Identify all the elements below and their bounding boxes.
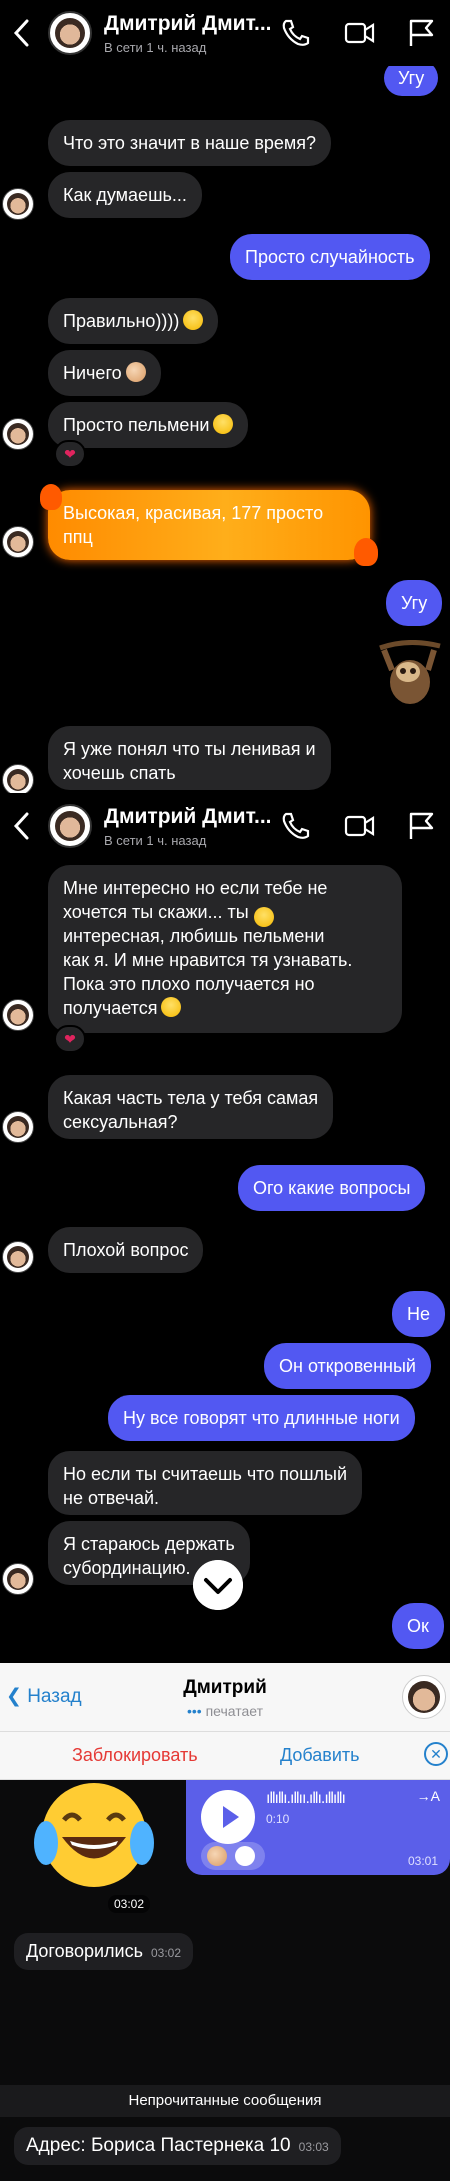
message-text: ппц: [63, 527, 93, 547]
upside-down-face-emoji-icon: [254, 907, 274, 927]
contact-status: В сети 1 ч. назад: [104, 40, 207, 55]
reactor-avatar: [235, 1846, 256, 1866]
block-button[interactable]: Заблокировать: [72, 1745, 198, 1766]
unread-messages-divider: Непрочитанные сообщения: [0, 2085, 450, 2117]
close-icon[interactable]: ✕: [424, 1742, 448, 1766]
message-time: 03:02: [150, 1946, 181, 1960]
sender-avatar[interactable]: [2, 526, 34, 558]
play-icon[interactable]: [201, 1790, 255, 1844]
message-bubble-incoming[interactable]: Ничего: [48, 350, 161, 396]
sender-avatar[interactable]: [2, 188, 34, 220]
sender-avatar[interactable]: [2, 418, 34, 450]
message-bubble-outgoing[interactable]: Он откровенный: [264, 1343, 431, 1389]
reaction-chip[interactable]: [201, 1842, 265, 1870]
message-text: Правильно)))): [63, 311, 180, 331]
heart-reaction-icon[interactable]: ❤: [54, 440, 86, 468]
scroll-down-chevron-icon[interactable]: [193, 1560, 243, 1610]
fire-effect-message-bubble[interactable]: Высокая, красивая, 177 просто ппц: [40, 484, 378, 566]
message-text: хочется ты скажи... ты: [63, 902, 249, 922]
message-bubble-incoming[interactable]: Адрес: Бориса Пастернека 10 03:03: [14, 2127, 341, 2165]
back-chevron-icon[interactable]: [10, 811, 34, 841]
video-call-icon[interactable]: [344, 811, 376, 841]
message-text: Но если ты считаешь что пошлый: [63, 1464, 348, 1484]
tears-of-joy-sticker[interactable]: [24, 1765, 164, 1905]
contact-avatar[interactable]: [402, 1675, 446, 1719]
message-text: Просто пельмени: [63, 415, 210, 435]
message-text: хочешь спать: [63, 763, 176, 783]
chat-header: Дмитрий Дмит... В сети 1 ч. назад: [0, 793, 450, 859]
victory-hand-emoji-icon: [207, 1846, 227, 1866]
message-text: Я стараюсь держать: [63, 1534, 235, 1554]
sloth-sticker[interactable]: [378, 640, 442, 710]
message-text: сексуальная?: [63, 1112, 178, 1132]
sender-avatar[interactable]: [2, 764, 34, 793]
message-text: Пока это плохо получается но: [63, 974, 315, 994]
contact-name[interactable]: Дмитрий Дмит...: [104, 805, 272, 829]
sender-avatar[interactable]: [2, 999, 34, 1031]
flag-icon[interactable]: [406, 811, 438, 841]
message-text: получается: [63, 996, 387, 1020]
message-text: Договорились: [26, 1941, 143, 1961]
message-text: Адрес: Бориса Пастернека 10: [26, 2135, 291, 2156]
message-bubble-outgoing[interactable]: Не: [392, 1291, 446, 1337]
message-bubble-outgoing[interactable]: Угу: [386, 580, 443, 626]
message-text: Я уже понял что ты ленивая и: [63, 739, 316, 759]
contact-name[interactable]: Дмитрий: [0, 1677, 450, 1699]
message-bubble-incoming[interactable]: Мне интересно но если тебе не хочется ты…: [48, 865, 402, 1033]
message-bubble-incoming[interactable]: Но если ты считаешь что пошлый не отвеча…: [48, 1451, 363, 1515]
chat-screenshot-1: Дмитрий Дмит... В сети 1 ч. назад Угу Чт…: [0, 0, 450, 793]
message-bubble-outgoing[interactable]: Ок: [392, 1603, 444, 1649]
message-text: не отвечай.: [63, 1488, 160, 1508]
message-text: интересная, любишь пельмени: [63, 926, 325, 946]
back-chevron-icon[interactable]: [10, 18, 34, 48]
sender-avatar[interactable]: [2, 1563, 34, 1595]
message-bubble-incoming[interactable]: Плохой вопрос: [48, 1227, 204, 1273]
message-bubble-outgoing[interactable]: Просто случайность: [230, 234, 430, 280]
message-bubble-incoming[interactable]: Договорились 03:02: [14, 1933, 193, 1970]
message-bubble-outgoing[interactable]: Ну все говорят что длинные ноги: [108, 1395, 415, 1441]
message-text: Высокая, красивая, 177 просто: [63, 503, 324, 523]
contact-avatar[interactable]: [48, 11, 92, 55]
phone-icon[interactable]: [280, 811, 312, 841]
add-contact-button[interactable]: Добавить: [280, 1745, 360, 1766]
sticker-time: 03:02: [108, 1895, 151, 1913]
message-time: 03:01: [407, 1854, 438, 1868]
telegram-header: ❮ Назад Дмитрий ••• печатает: [0, 1663, 450, 1732]
flag-icon[interactable]: [406, 18, 438, 48]
heart-reaction-icon[interactable]: ❤: [54, 1025, 86, 1053]
voice-waveform[interactable]: ıllıllı.ıllıı.ıllı.ıllıllı: [266, 1790, 346, 1808]
message-time: 03:03: [298, 2140, 329, 2154]
message-bubble-incoming[interactable]: Что это значит в наше время?: [48, 120, 332, 166]
message-text: Какая часть тела у тебя самая: [63, 1088, 319, 1108]
sender-avatar[interactable]: [2, 1111, 34, 1143]
typing-dots-icon: •••: [186, 1703, 202, 1719]
telegram-screenshot: ❮ Назад Дмитрий ••• печатает Заблокирова…: [0, 1663, 450, 2181]
chat-header: Дмитрий Дмит... В сети 1 ч. назад: [0, 0, 450, 66]
message-bubble-incoming[interactable]: Какая часть тела у тебя самая сексуальна…: [48, 1075, 334, 1139]
video-call-icon[interactable]: [344, 18, 376, 48]
voice-message-bubble[interactable]: ıllıllı.ıllıı.ıllı.ıllıllı 0:10 →A 03:01: [186, 1780, 450, 1875]
typing-status: ••• печатает: [0, 1703, 450, 1719]
phone-icon[interactable]: [280, 18, 312, 48]
message-bubble-incoming[interactable]: Я уже понял что ты ленивая и хочешь спат…: [48, 726, 331, 790]
message-bubble-outgoing[interactable]: Ого какие вопросы: [238, 1165, 426, 1211]
contact-status: В сети 1 ч. назад: [104, 833, 207, 848]
message-bubble-incoming[interactable]: Правильно)))): [48, 298, 219, 344]
message-text: Ничего: [63, 363, 122, 383]
sender-avatar[interactable]: [2, 1241, 34, 1273]
sweat-smile-emoji-icon: [161, 997, 182, 1017]
contact-avatar[interactable]: [48, 804, 92, 848]
transcribe-icon[interactable]: →A: [417, 1788, 440, 1804]
voice-duration: 0:10: [266, 1812, 290, 1826]
message-text: как я. И мне нравится тя узнавать.: [63, 950, 353, 970]
laughing-emoji-icon: [213, 414, 234, 434]
contact-name[interactable]: Дмитрий Дмит...: [104, 12, 272, 36]
message-text: Мне интересно но если тебе не: [63, 878, 328, 898]
message-bubble-incoming[interactable]: Как думаешь...: [48, 172, 202, 218]
sweat-smile-emoji-icon: [183, 310, 204, 330]
typing-status-label: печатает: [205, 1703, 264, 1719]
dumpling-emoji-icon: [125, 362, 146, 382]
chat-screenshot-2: Дмитрий Дмит... В сети 1 ч. назад Мне ин…: [0, 793, 450, 1663]
